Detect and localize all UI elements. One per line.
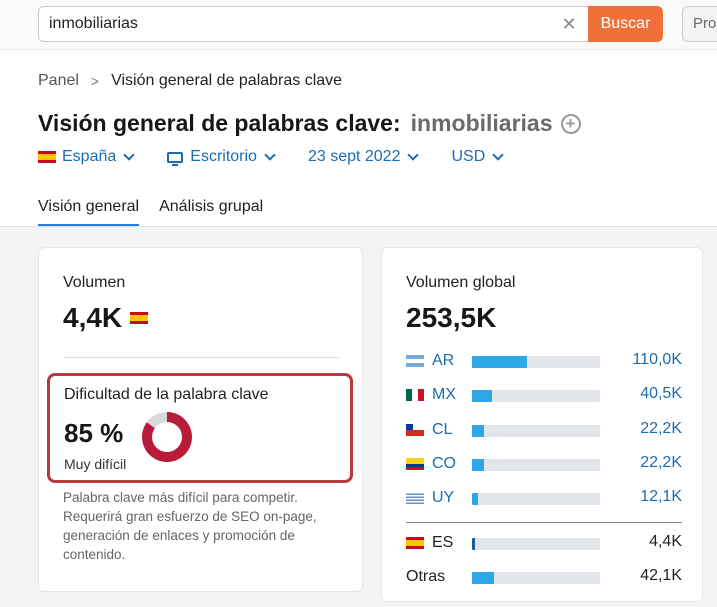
page-title: Visión general de palabras clave: inmobi… [38, 110, 581, 137]
top-search-bar: ✕ Buscar Pro [0, 0, 717, 50]
difficulty-description: Palabra clave más difícil para competir.… [63, 490, 317, 562]
other-countries-row: Otras 42,1K [406, 567, 682, 587]
volume-value-row: 4,4K [63, 302, 154, 334]
country-row-ar: AR 110,0K [406, 351, 682, 371]
country-code[interactable]: UY [432, 489, 472, 507]
country-volume[interactable]: 40,5K [640, 385, 682, 403]
country-row-uy: UY 12,1K [406, 488, 682, 508]
difficulty-donut-chart [142, 412, 192, 462]
currency-filter[interactable]: USD [451, 148, 504, 166]
volume-label: Volumen [63, 274, 126, 291]
search-button[interactable]: Buscar [588, 6, 663, 42]
keyword-difficulty-box: Dificultad de la palabra clave 85 % Muy … [47, 373, 353, 483]
divider [63, 357, 339, 358]
chevron-down-icon [492, 148, 504, 161]
volume-bar [472, 572, 600, 584]
argentina-flag-icon [406, 355, 424, 367]
device-filter-label: Escritorio [190, 148, 257, 165]
page-title-keyword: inmobiliarias [410, 110, 553, 136]
colombia-flag-icon [406, 458, 424, 470]
country-volume[interactable]: 110,0K [632, 351, 682, 369]
chevron-down-icon [264, 148, 276, 161]
date-filter[interactable]: 23 sept 2022 [307, 148, 420, 166]
difficulty-level: Muy difícil [64, 456, 127, 472]
pro-button[interactable]: Pro [682, 6, 717, 42]
volume-card: Volumen 4,4K Dificultad de la palabra cl… [38, 247, 363, 592]
country-filter[interactable]: España [38, 148, 135, 166]
page-title-text: Visión general de palabras clave: [38, 110, 401, 136]
spain-flag-icon [130, 312, 149, 324]
country-row-co: CO 22,2K [406, 454, 682, 474]
breadcrumb-current: Visión general de palabras clave [111, 72, 343, 89]
country-code: ES [432, 534, 454, 551]
country-row-cl: CL 22,2K [406, 420, 682, 440]
country-filter-label: España [62, 148, 117, 165]
volume-bar [472, 390, 600, 402]
volume-bar [472, 538, 600, 550]
difficulty-label: Dificultad de la palabra clave [64, 386, 269, 403]
country-code[interactable]: MX [432, 386, 472, 404]
add-icon[interactable]: + [560, 113, 581, 134]
volume-bar [472, 356, 600, 368]
mexico-flag-icon [406, 389, 424, 401]
tab-overview[interactable]: Visión general [38, 198, 140, 226]
tabs: Visión general Análisis grupal [38, 198, 283, 226]
country-row-mx: MX 40,5K [406, 385, 682, 405]
country-code[interactable]: CL [432, 421, 472, 439]
divider [406, 522, 682, 523]
volume-bar-fill [472, 493, 479, 505]
volume-bar-fill [472, 425, 484, 437]
country-code[interactable]: AR [432, 352, 472, 370]
difficulty-value: 85 % [64, 418, 124, 448]
volume-bar-fill [472, 459, 484, 471]
chevron-down-icon [123, 148, 135, 161]
volume-bar-fill [472, 356, 528, 368]
currency-filter-label: USD [451, 148, 486, 165]
breadcrumb-root[interactable]: Panel [38, 72, 79, 90]
country-volume[interactable]: 22,2K [640, 420, 682, 438]
device-filter[interactable]: Escritorio [167, 148, 276, 166]
spain-flag-icon [406, 537, 424, 549]
monitor-icon [167, 151, 184, 166]
search-box: ✕ Buscar [38, 6, 663, 42]
spain-flag-icon [38, 151, 56, 163]
country-code[interactable]: CO [432, 455, 472, 473]
chile-flag-icon [406, 424, 424, 436]
country-volume[interactable]: 12,1K [640, 488, 682, 506]
uruguay-flag-icon [406, 492, 424, 504]
global-volume-value: 253,5K [406, 302, 497, 333]
country-volume: 4,4K [649, 533, 682, 550]
other-countries-label: Otras [406, 568, 446, 585]
filters-bar: España Escritorio 23 sept 2022 USD [38, 148, 536, 166]
other-countries-volume: 42,1K [640, 567, 682, 584]
country-volume[interactable]: 22,2K [640, 454, 682, 472]
breadcrumb: Panel > Visión general de palabras clave [38, 72, 342, 90]
volume-bar [472, 459, 600, 471]
global-volume-label: Volumen global [406, 274, 516, 291]
volume-value: 4,4K [63, 302, 123, 333]
tab-group-analysis[interactable]: Análisis grupal [159, 198, 263, 226]
volume-bar-fill [472, 572, 494, 584]
close-icon[interactable]: ✕ [559, 14, 579, 34]
global-volume-card: Volumen global 253,5K AR 110,0K MX 40,5K… [381, 247, 703, 602]
date-filter-label: 23 sept 2022 [307, 148, 401, 165]
country-row-es: ES 4,4K [406, 533, 682, 553]
volume-bar-fill [472, 538, 475, 550]
chevron-right-icon: > [90, 73, 100, 89]
volume-bar [472, 493, 600, 505]
search-input[interactable] [49, 7, 549, 41]
volume-bar [472, 425, 600, 437]
chevron-down-icon [407, 148, 420, 161]
volume-bar-fill [472, 390, 493, 402]
